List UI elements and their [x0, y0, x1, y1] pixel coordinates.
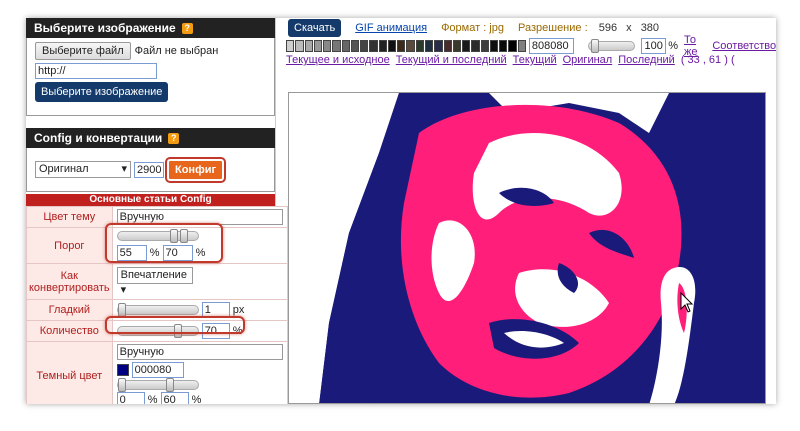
- view-links: Текущее и исходное Текущий и последний Тек…: [282, 54, 776, 70]
- amount-label: Количество: [26, 320, 113, 342]
- select-image-header: Выберите изображение ?: [26, 18, 275, 38]
- threshold-label: Порог: [26, 227, 113, 264]
- view-link[interactable]: Текущее и исходное: [286, 54, 390, 70]
- dark-color-label: Темный цвет: [26, 340, 113, 404]
- dark-to-input[interactable]: 60: [160, 392, 189, 404]
- convert-select[interactable]: Впечатление ▾: [116, 267, 193, 296]
- dark-from-handle[interactable]: [117, 378, 126, 393]
- chevron-down-icon: ▾: [120, 284, 127, 296]
- palette-swatch[interactable]: [424, 40, 434, 52]
- dark-from-input[interactable]: 0: [116, 392, 145, 404]
- palette-swatch[interactable]: [397, 40, 406, 52]
- palette-swatch[interactable]: [434, 40, 443, 52]
- mode-select[interactable]: Оригинал ▾: [35, 161, 131, 178]
- zoom-slider[interactable]: [588, 39, 636, 53]
- dark-color-swatch[interactable]: [116, 364, 129, 376]
- palette-swatch[interactable]: [369, 40, 378, 52]
- palette-swatch[interactable]: [499, 40, 508, 52]
- choose-file-button[interactable]: Выберите файл: [35, 42, 131, 60]
- color-palette: 808080 100% То же Соответство: [282, 34, 776, 58]
- zoom-handle[interactable]: [591, 39, 600, 53]
- result-image: [288, 92, 766, 404]
- cursor-coords: ( 33 , 61 ) (: [680, 54, 735, 66]
- palette-swatch[interactable]: [286, 40, 295, 52]
- zoom-unit: %: [668, 40, 679, 52]
- right-panel: Скачать GIF анимация Формат : jpg Разреш…: [282, 18, 776, 404]
- posterized-portrait-image: [289, 93, 765, 403]
- px-unit: px: [232, 304, 245, 316]
- palette-swatch[interactable]: [452, 40, 462, 52]
- theme-label: Цвет тему: [26, 206, 113, 228]
- palette-swatch[interactable]: [304, 40, 313, 52]
- gif-animation-link[interactable]: GIF анимация: [355, 22, 427, 34]
- resolution-width: 596: [598, 22, 618, 34]
- dark-mode-input[interactable]: Вручную: [116, 344, 283, 360]
- convert-label: Как конвертировать: [26, 263, 113, 300]
- help-icon[interactable]: ?: [168, 132, 180, 144]
- chevron-down-icon: ▾: [121, 163, 127, 175]
- left-panel: Выберите изображение ? Выберите файл Фай…: [26, 18, 288, 404]
- resolution-height: 380: [640, 22, 660, 34]
- format-label: Формат : jpg: [441, 22, 504, 34]
- select-image-title: Выберите изображение: [34, 21, 176, 35]
- no-file-text: Файл не выбран: [134, 45, 219, 57]
- config-convert-title: Config и конвертации: [34, 131, 163, 145]
- palette-swatch[interactable]: [462, 40, 471, 52]
- amount-highlight: [105, 316, 245, 334]
- smooth-label: Гладкий: [26, 299, 113, 321]
- dark-color-input[interactable]: 000080: [131, 362, 184, 378]
- palette-swatch[interactable]: [489, 40, 499, 52]
- palette-swatch[interactable]: [508, 40, 517, 52]
- percent-unit: %: [147, 394, 158, 404]
- config-button[interactable]: Конфиг: [167, 158, 225, 181]
- view-link[interactable]: Текущий: [513, 54, 557, 70]
- palette-swatch[interactable]: [471, 40, 480, 52]
- palette-swatch[interactable]: [313, 40, 323, 52]
- threshold-highlight: [105, 223, 223, 263]
- palette-swatch[interactable]: [415, 40, 424, 52]
- palette-swatch[interactable]: [387, 40, 397, 52]
- resolution-x: x: [626, 22, 632, 34]
- smooth-slider[interactable]: [116, 303, 199, 318]
- percent-unit: %: [191, 394, 202, 404]
- palette-swatch[interactable]: [480, 40, 489, 52]
- view-link[interactable]: Последний: [618, 54, 675, 70]
- palette-swatch[interactable]: [360, 40, 369, 52]
- palette-swatch[interactable]: [332, 40, 341, 52]
- palette-swatch[interactable]: [350, 40, 360, 52]
- table-row: Темный цвет Вручную 000080 0 % 60 %: [26, 340, 288, 404]
- match-link[interactable]: Соответство: [712, 40, 776, 52]
- config-convert-body: Оригинал ▾ 2900 Конфиг: [26, 148, 275, 192]
- view-link[interactable]: Оригинал: [563, 54, 613, 70]
- zoom-input[interactable]: 100: [641, 38, 667, 54]
- select-image-submit-button[interactable]: Выберите изображение: [35, 82, 169, 102]
- palette-swatch[interactable]: [378, 40, 387, 52]
- color-code-input[interactable]: 808080: [528, 38, 575, 54]
- palette-swatch[interactable]: [341, 40, 350, 52]
- resolution-label: Разрешение : 596 x 380: [518, 22, 660, 34]
- palette-swatch[interactable]: [323, 40, 332, 52]
- palette-swatch[interactable]: [295, 40, 304, 52]
- select-image-body: Выберите файл Файл не выбран http:// Выб…: [26, 38, 275, 116]
- smooth-handle[interactable]: [117, 303, 126, 318]
- palette-swatch[interactable]: [443, 40, 452, 52]
- url-input[interactable]: http://: [35, 63, 157, 79]
- dark-slider[interactable]: [116, 378, 199, 393]
- download-button[interactable]: Скачать: [288, 19, 342, 37]
- table-row: Как конвертировать Впечатление ▾: [26, 263, 288, 300]
- help-icon[interactable]: ?: [181, 22, 193, 34]
- app-frame: Выберите изображение ? Выберите файл Фай…: [26, 18, 776, 404]
- config-convert-header: Config и конвертации ?: [26, 128, 275, 148]
- view-link[interactable]: Текущий и последний: [396, 54, 507, 70]
- palette-swatch[interactable]: [517, 40, 526, 52]
- dark-to-handle[interactable]: [165, 378, 174, 393]
- config-table-header: Основные статьи Config: [26, 194, 275, 206]
- size-input[interactable]: 2900: [134, 161, 164, 178]
- palette-swatch[interactable]: [406, 40, 415, 52]
